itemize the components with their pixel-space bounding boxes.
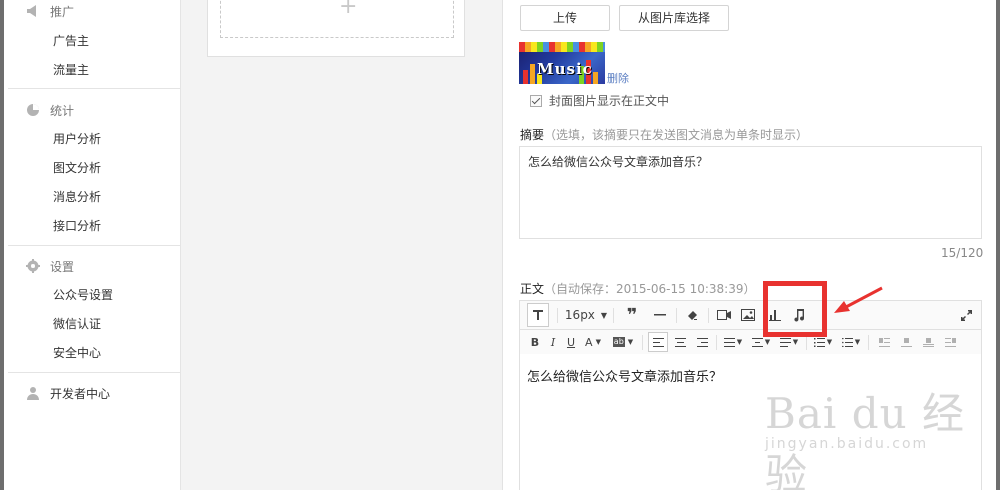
megaphone-icon bbox=[26, 4, 40, 18]
body-label-row: 正文（自动保存：2015-06-15 10:38:39） bbox=[520, 280, 755, 297]
summary-label: 摘要 bbox=[520, 128, 545, 142]
plus-icon[interactable]: + bbox=[339, 0, 357, 18]
image-float-right-icon[interactable] bbox=[940, 330, 960, 354]
user-icon bbox=[26, 386, 40, 400]
sidebar-item-developer-center[interactable]: 开发者中心 bbox=[26, 383, 110, 403]
sidebar-item-account-settings[interactable]: 公众号设置 bbox=[53, 285, 113, 305]
format-painter-icon[interactable] bbox=[680, 301, 704, 329]
sidebar-item-publisher[interactable]: 流量主 bbox=[53, 60, 89, 80]
align-right-icon[interactable] bbox=[692, 330, 712, 354]
sidebar-group-title: 设置 bbox=[50, 259, 75, 274]
sidebar-group-title: 开发者中心 bbox=[50, 386, 111, 401]
underline-icon[interactable]: U bbox=[562, 330, 580, 354]
image-float-none-icon[interactable] bbox=[896, 330, 916, 354]
article-list-panel: + bbox=[181, 0, 503, 490]
sidebar-item-wechat-verification[interactable]: 微信认证 bbox=[53, 314, 101, 334]
choose-from-library-button[interactable]: 从图片库选择 bbox=[619, 5, 729, 31]
watermark-url-text: jingyan.baidu.com bbox=[765, 436, 929, 452]
sidebar-item-api-analysis[interactable]: 接口分析 bbox=[53, 216, 101, 236]
editor-toolbar-secondary: B I U A ▼ ab ▼ ▼ ▼ ▼ ▼ ▼ bbox=[519, 330, 982, 354]
sidebar-item-user-analysis[interactable]: 用户分析 bbox=[53, 129, 101, 149]
sidebar-divider bbox=[8, 88, 181, 89]
align-center-icon[interactable] bbox=[670, 330, 690, 354]
sidebar-group-settings: 设置 bbox=[26, 256, 74, 276]
caret-down-icon: ▼ bbox=[600, 310, 608, 320]
show-cover-checkbox[interactable] bbox=[530, 94, 542, 107]
italic-icon[interactable]: I bbox=[544, 330, 562, 354]
add-article-area[interactable]: + bbox=[220, 0, 454, 38]
upload-button[interactable]: 上传 bbox=[520, 5, 610, 31]
pointer-arrow-icon bbox=[834, 286, 883, 313]
sidebar-group-title: 推广 bbox=[50, 4, 75, 19]
summary-hint: （选填，该摘要只在发送图文消息为单条时显示） bbox=[544, 128, 809, 142]
autosave-status: （自动保存：2015-06-15 10:38:39） bbox=[544, 282, 756, 296]
line-spacing-top-dropdown[interactable]: ▼ bbox=[720, 330, 746, 354]
sidebar: 推广 广告主 流量主 统计 用户分析 图文分析 消息分析 接口分析 设置 公众号… bbox=[4, 0, 181, 490]
show-cover-label: 封面图片显示在正文中 bbox=[549, 94, 670, 108]
font-size-value: 16px bbox=[564, 308, 595, 322]
sidebar-divider bbox=[8, 372, 181, 373]
editor-toolbar-primary: 16px ▼ ❞ bbox=[519, 300, 982, 330]
blockquote-icon[interactable]: ❞ bbox=[620, 301, 644, 329]
sidebar-item-message-analysis[interactable]: 消息分析 bbox=[53, 187, 101, 207]
sidebar-group-statistics: 统计 bbox=[26, 100, 74, 120]
show-cover-in-body-option[interactable]: 封面图片显示在正文中 bbox=[530, 92, 669, 109]
background-color-dropdown[interactable]: ab ▼ bbox=[608, 330, 638, 354]
video-icon[interactable] bbox=[712, 301, 736, 329]
font-color-dropdown[interactable]: A ▼ bbox=[581, 330, 605, 354]
article-card[interactable]: + bbox=[207, 0, 465, 57]
sidebar-divider bbox=[8, 245, 181, 246]
unordered-list-dropdown[interactable]: ▼ bbox=[838, 330, 864, 354]
image-float-center-icon[interactable] bbox=[918, 330, 938, 354]
align-left-icon[interactable] bbox=[648, 332, 668, 352]
watermark-main-text: Bai du 经验 bbox=[765, 389, 965, 490]
summary-textarea[interactable]: 怎么给微信公众号文章添加音乐？ bbox=[519, 146, 982, 239]
image-icon[interactable] bbox=[736, 301, 760, 329]
gear-icon bbox=[26, 259, 40, 273]
delete-cover-link[interactable]: 删除 bbox=[607, 70, 629, 86]
fullscreen-icon[interactable] bbox=[954, 301, 978, 329]
font-size-dropdown[interactable]: 16px ▼ bbox=[564, 301, 608, 329]
sidebar-group-promotion: 推广 bbox=[26, 1, 74, 21]
sidebar-item-advertiser[interactable]: 广告主 bbox=[53, 31, 89, 51]
horizontal-rule-icon[interactable] bbox=[648, 301, 672, 329]
image-float-left-icon[interactable] bbox=[874, 330, 894, 354]
pie-chart-icon bbox=[26, 103, 40, 117]
baidu-watermark: Bai du 经验 jingyan.baidu.com bbox=[765, 380, 965, 490]
music-button-highlight bbox=[763, 281, 827, 337]
cover-thumbnail: Music bbox=[519, 42, 605, 84]
text-format-icon[interactable] bbox=[527, 303, 549, 327]
bold-icon[interactable]: B bbox=[526, 330, 544, 354]
thumbnail-text: Music bbox=[537, 60, 593, 78]
sidebar-group-title: 统计 bbox=[50, 103, 75, 118]
body-label: 正文 bbox=[520, 282, 545, 296]
sidebar-item-article-analysis[interactable]: 图文分析 bbox=[53, 158, 101, 178]
summary-char-counter: 15/120 bbox=[941, 246, 984, 260]
sidebar-item-security-center[interactable]: 安全中心 bbox=[53, 343, 101, 363]
summary-label-row: 摘要（选填，该摘要只在发送图文消息为单条时显示） bbox=[520, 126, 808, 143]
